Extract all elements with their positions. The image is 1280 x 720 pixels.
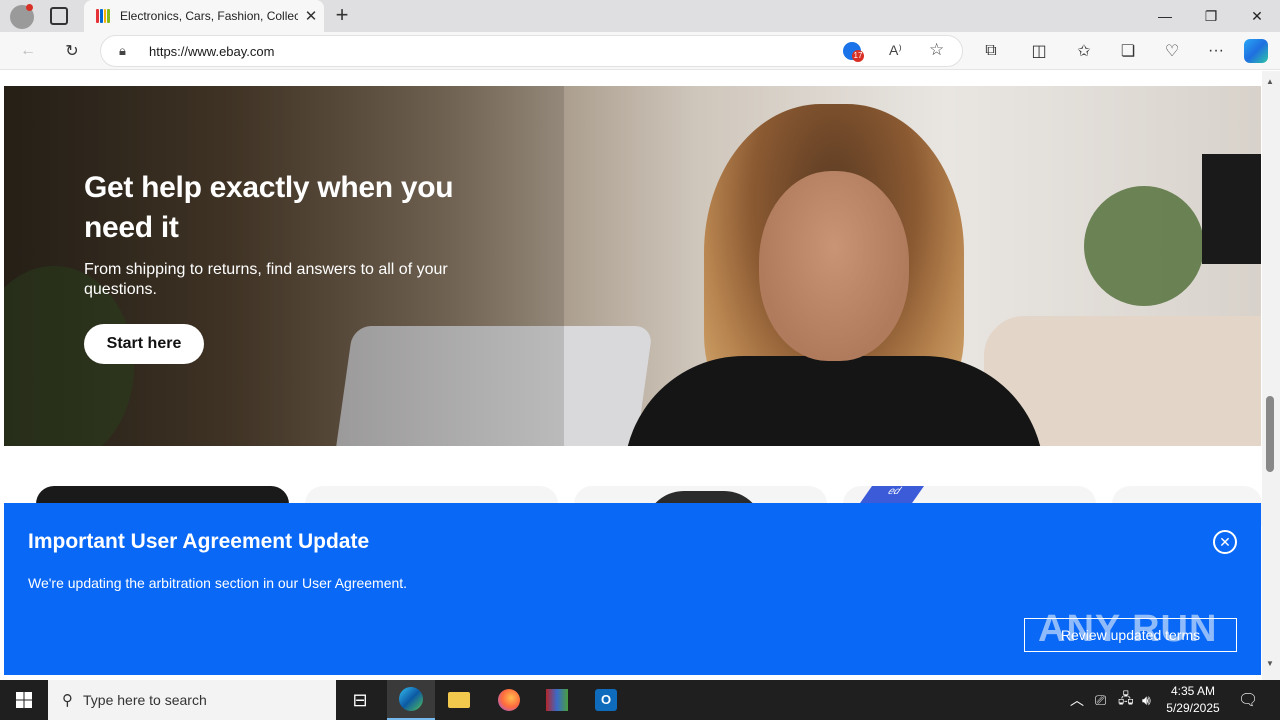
favorites-icon[interactable]: ✩ bbox=[1070, 37, 1098, 65]
minimize-icon[interactable]: — bbox=[1142, 0, 1188, 32]
split-screen-icon[interactable]: ◫ bbox=[1025, 37, 1053, 65]
lock-icon: 🔒︎ bbox=[119, 43, 126, 58]
collections-icon[interactable]: ❏ bbox=[1114, 37, 1142, 65]
edge-taskbar-icon[interactable] bbox=[387, 680, 435, 720]
windows-start-icon[interactable] bbox=[0, 680, 48, 720]
restore-icon[interactable]: ❐ bbox=[1188, 0, 1234, 32]
taskbar-clock[interactable]: 4:35 AM 5/29/2025 bbox=[1160, 683, 1226, 717]
taskbar-search-box[interactable]: ⚲ Type here to search bbox=[48, 680, 336, 720]
hero-subtitle: From shipping to returns, find answers t… bbox=[84, 261, 448, 298]
tab-title: Electronics, Cars, Fashion, Collectibles… bbox=[120, 9, 298, 23]
windows-taskbar: ⚲ Type here to search ⊟ O ︿ ⎚ 🖧︎ 🔊︎ 4:35… bbox=[0, 680, 1280, 720]
scroll-up-icon[interactable]: ▲ bbox=[1266, 77, 1274, 86]
person-body bbox=[624, 356, 1044, 446]
copilot-icon[interactable] bbox=[1244, 39, 1268, 63]
tracking-prevention-icon[interactable]: 17 bbox=[843, 42, 864, 62]
plant-decoration-right bbox=[1084, 186, 1204, 306]
ebay-favicon-icon bbox=[96, 9, 110, 23]
task-view-icon[interactable]: ⊟ bbox=[336, 680, 384, 720]
hero-title: Get help exactly when you need it bbox=[84, 171, 454, 244]
anyrun-watermark: ANY RUN bbox=[1038, 608, 1218, 650]
hero-banner: Get help exactly when you need it From s… bbox=[4, 86, 1261, 446]
extensions-icon[interactable]: ⧉ bbox=[977, 37, 1005, 65]
more-menu-icon[interactable]: ··· bbox=[1202, 37, 1230, 65]
tracking-badge: 17 bbox=[852, 50, 864, 62]
window-close-icon[interactable]: ✕ bbox=[1234, 0, 1280, 32]
tab-ebay[interactable]: Electronics, Cars, Fashion, Collectibles… bbox=[84, 0, 324, 32]
show-hidden-icons-icon[interactable]: ︿ bbox=[1070, 680, 1084, 720]
notice-title: Important User Agreement Update bbox=[28, 530, 370, 553]
firefox-icon[interactable] bbox=[485, 680, 533, 720]
new-tab-icon[interactable]: + bbox=[330, 4, 354, 28]
notification-center-icon[interactable]: 🗨︎ bbox=[1238, 680, 1258, 720]
notice-text: We're updating the arbitration section i… bbox=[28, 575, 408, 591]
search-placeholder: Type here to search bbox=[83, 692, 207, 708]
scroll-thumb[interactable] bbox=[1266, 396, 1274, 472]
url-text: https://www.ebay.com bbox=[149, 44, 275, 59]
read-aloud-icon[interactable]: A⁾ bbox=[889, 42, 902, 59]
search-icon: ⚲ bbox=[62, 692, 73, 709]
page-scrollbar[interactable]: ▲ ▼ bbox=[1262, 71, 1280, 680]
browser-toolbar: ← ↻ 🔒︎ https://www.ebay.com 17 A⁾ ☆ ⧉ ◫ … bbox=[0, 32, 1280, 70]
person-face bbox=[759, 171, 909, 361]
outlook-icon[interactable]: O bbox=[582, 680, 630, 720]
browser-tab-bar: Electronics, Cars, Fashion, Collectibles… bbox=[0, 0, 1280, 32]
tab-close-icon[interactable]: ✕ bbox=[298, 7, 324, 25]
scroll-down-icon[interactable]: ▼ bbox=[1266, 659, 1274, 668]
notice-close-icon[interactable]: ✕ bbox=[1213, 530, 1237, 554]
file-explorer-icon[interactable] bbox=[435, 680, 483, 720]
back-icon[interactable]: ← bbox=[14, 37, 42, 65]
refresh-icon[interactable]: ↻ bbox=[58, 37, 86, 65]
tab-actions-icon[interactable] bbox=[50, 7, 68, 25]
start-here-button[interactable]: Start here bbox=[84, 324, 204, 364]
winrar-icon[interactable] bbox=[533, 680, 581, 720]
tv-decoration bbox=[1202, 154, 1261, 264]
clock-time: 4:35 AM bbox=[1170, 684, 1216, 698]
profile-notification-dot bbox=[26, 4, 33, 11]
browser-essentials-icon[interactable]: ♡ bbox=[1158, 37, 1186, 65]
network-icon[interactable]: 🖧︎ bbox=[1118, 680, 1134, 720]
clock-date: 5/29/2025 bbox=[1166, 701, 1220, 715]
profile-avatar-icon[interactable] bbox=[10, 4, 34, 29]
page-viewport: Get help exactly when you need it From s… bbox=[0, 71, 1262, 680]
network-device-icon[interactable]: ⎚ bbox=[1095, 680, 1106, 720]
volume-icon[interactable]: 🔊︎ bbox=[1142, 680, 1151, 720]
favorite-star-icon[interactable]: ☆ bbox=[929, 40, 944, 60]
address-bar[interactable]: 🔒︎ https://www.ebay.com 17 A⁾ ☆ bbox=[100, 35, 963, 67]
